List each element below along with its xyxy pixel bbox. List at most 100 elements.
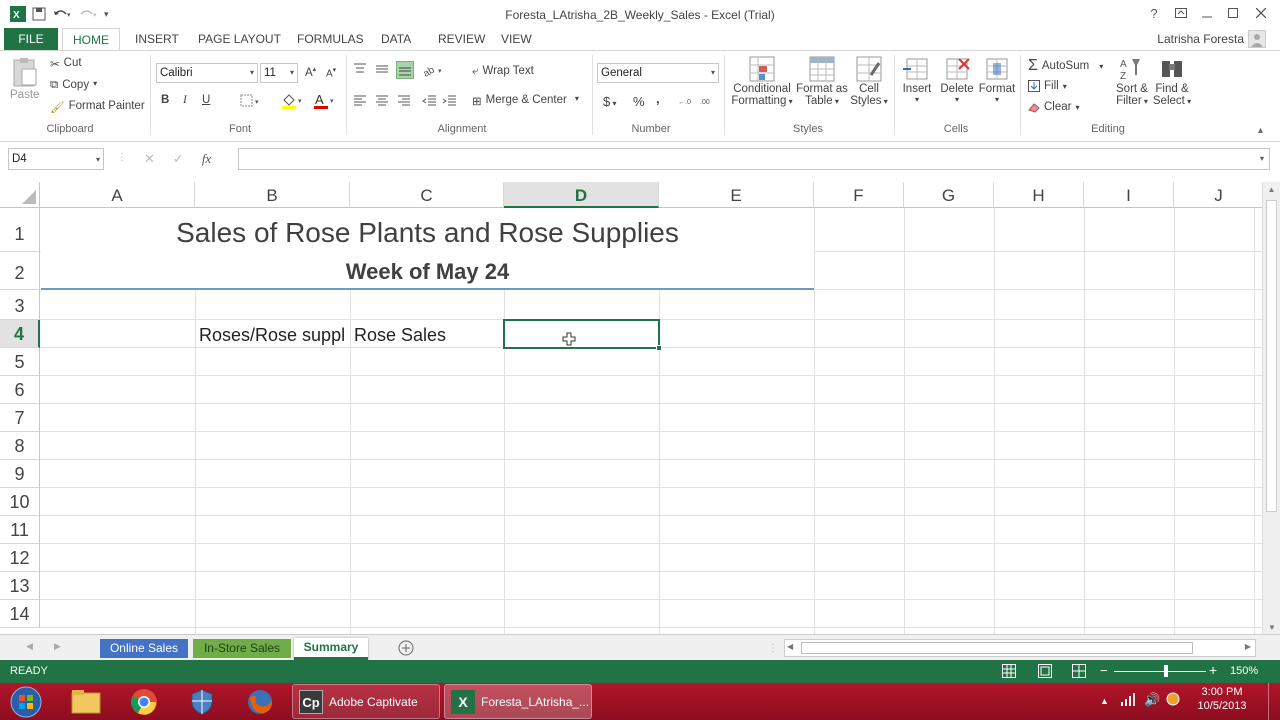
insert-cells-button[interactable]: Insert ▾ [900,55,934,104]
number-format-select[interactable]: General ▾ [597,63,719,83]
start-button[interactable] [4,685,48,718]
sort-filter-button[interactable]: AZ Sort & Filter ▾ [1110,55,1154,107]
decrease-indent-icon[interactable] [422,94,438,108]
user-account[interactable]: Latrisha Foresta [1157,32,1244,46]
top-align-icon[interactable] [352,61,368,79]
fill-handle[interactable] [656,345,662,351]
scroll-up-icon[interactable]: ▲ [1263,182,1280,198]
column-header-d[interactable]: D [504,182,659,208]
tab-view[interactable]: VIEW [491,28,542,50]
ribbon-display-options-icon[interactable] [1170,4,1192,22]
fill-button[interactable]: Fill ▾ [1028,80,1067,92]
sheet-title-cell[interactable]: Sales of Rose Plants and Rose Supplies [41,208,814,252]
middle-align-icon[interactable] [374,61,390,79]
find-select-button[interactable]: Find & Select ▾ [1150,55,1194,107]
row-header-4[interactable]: 4 [0,320,40,348]
chrome-icon[interactable] [122,685,166,718]
sheet-subtitle-cell[interactable]: Week of May 24 [41,252,814,289]
cell-c4[interactable]: Rose Sales [351,320,504,347]
comma-button[interactable]: , [656,91,660,106]
hscroll-thumb[interactable] [801,642,1193,654]
cancel-entry-icon[interactable]: ✕ [144,151,155,167]
sheet-tab-summary[interactable]: Summary [294,638,368,660]
taskbar-app-captivate[interactable]: Cp Adobe Captivate [292,684,440,719]
row-header-14[interactable]: 14 [0,600,40,628]
normal-view-icon[interactable] [1002,664,1016,678]
confirm-entry-icon[interactable]: ✓ [173,151,184,167]
prev-sheet-icon[interactable]: ◀ [26,641,33,652]
column-header-c[interactable]: C [350,182,504,208]
shrink-font-icon[interactable]: A▾ [326,66,336,79]
maximize-button[interactable] [1222,4,1244,22]
align-center-icon[interactable] [374,94,390,108]
formula-input[interactable]: ▾ [238,148,1270,170]
taskbar-app-excel[interactable]: X Foresta_LAtrisha_... [444,684,592,719]
worksheet-grid[interactable]: A B C D E F G H I J 1 2 3 4 5 6 7 8 9 10… [0,182,1262,634]
column-header-i[interactable]: I [1084,182,1174,208]
new-sheet-icon[interactable] [398,640,414,656]
notification-icon[interactable] [1166,692,1180,706]
underline-button[interactable]: U [202,94,210,106]
font-size-select[interactable]: 11 ▾ [260,63,298,83]
format-as-table-button[interactable]: Format as Table ▾ [796,55,848,107]
column-header-h[interactable]: H [994,182,1084,208]
avatar[interactable] [1248,30,1266,48]
vertical-scrollbar[interactable]: ▲ ▼ [1262,182,1280,634]
select-all-button[interactable] [0,182,40,208]
fill-color-icon[interactable]: ▾ [280,92,306,110]
tab-insert[interactable]: INSERT [125,28,189,50]
column-header-g[interactable]: G [904,182,994,208]
orientation-icon[interactable]: ab ▾ [422,63,446,77]
tab-review[interactable]: REVIEW [428,28,495,50]
column-header-b[interactable]: B [195,182,350,208]
firefox-icon[interactable] [238,685,282,718]
autosum-button[interactable]: Σ AutoSum ▾ [1028,57,1103,75]
format-painter-button[interactable]: 🖌 Format Painter [50,100,145,114]
show-desktop-button[interactable] [1268,683,1280,720]
borders-icon[interactable]: ▾ [240,94,264,108]
format-cells-button[interactable]: Format ▾ [976,55,1018,104]
increase-indent-icon[interactable] [442,94,458,108]
row-header-6[interactable]: 6 [0,376,40,404]
row-header-10[interactable]: 10 [0,488,40,516]
column-header-f[interactable]: F [814,182,904,208]
scroll-thumb[interactable] [1266,200,1277,512]
scroll-left-icon[interactable]: ◀ [787,642,793,651]
zoom-slider-track[interactable] [1114,671,1206,672]
row-header-3[interactable]: 3 [0,290,40,320]
sheet-tab-in-store-sales[interactable]: In-Store Sales [193,639,291,658]
merge-center-button[interactable]: ⊞ Merge & Center ▾ [472,94,579,108]
zoom-level[interactable]: 150% [1230,665,1258,677]
zoom-in-button[interactable]: + [1209,662,1217,678]
paste-button[interactable]: Paste [10,57,40,101]
column-header-j[interactable]: J [1174,182,1262,208]
grow-font-icon[interactable]: A▴ [305,65,316,79]
volume-icon[interactable]: 🔊 [1144,692,1160,708]
row-header-8[interactable]: 8 [0,432,40,460]
tab-formulas[interactable]: FORMULAS [287,28,374,50]
align-right-icon[interactable] [396,94,412,108]
delete-cells-button[interactable]: Delete ▾ [938,55,976,104]
name-box[interactable]: D4 ▾ [8,148,104,170]
scroll-down-icon[interactable]: ▼ [1263,623,1280,632]
conditional-formatting-button[interactable]: Conditional Formatting ▾ [730,55,794,107]
row-header-7[interactable]: 7 [0,404,40,432]
percent-button[interactable]: % [633,94,645,109]
zoom-slider-thumb[interactable] [1164,665,1168,677]
wrap-text-button[interactable]: ⤶ Wrap Text [472,65,534,78]
network-icon[interactable] [1120,693,1136,707]
close-button[interactable] [1250,4,1272,22]
security-shield-icon[interactable] [180,685,224,718]
collapse-ribbon-icon[interactable]: ▴ [1258,125,1263,136]
page-break-view-icon[interactable] [1072,664,1086,678]
file-explorer-icon[interactable] [64,685,108,718]
sheet-tab-online-sales[interactable]: Online Sales [100,639,188,658]
cell-styles-button[interactable]: Cell Styles ▾ [848,55,890,107]
row-header-9[interactable]: 9 [0,460,40,488]
font-color-icon[interactable]: A ▾ [312,92,338,110]
row-header-12[interactable]: 12 [0,544,40,572]
help-button[interactable]: ? [1143,4,1165,22]
horizontal-scrollbar[interactable]: ◀ ▶ [784,639,1256,657]
insert-function-icon[interactable]: fx [202,151,211,167]
cell-b4[interactable]: Roses/Rose suppl [196,320,350,347]
